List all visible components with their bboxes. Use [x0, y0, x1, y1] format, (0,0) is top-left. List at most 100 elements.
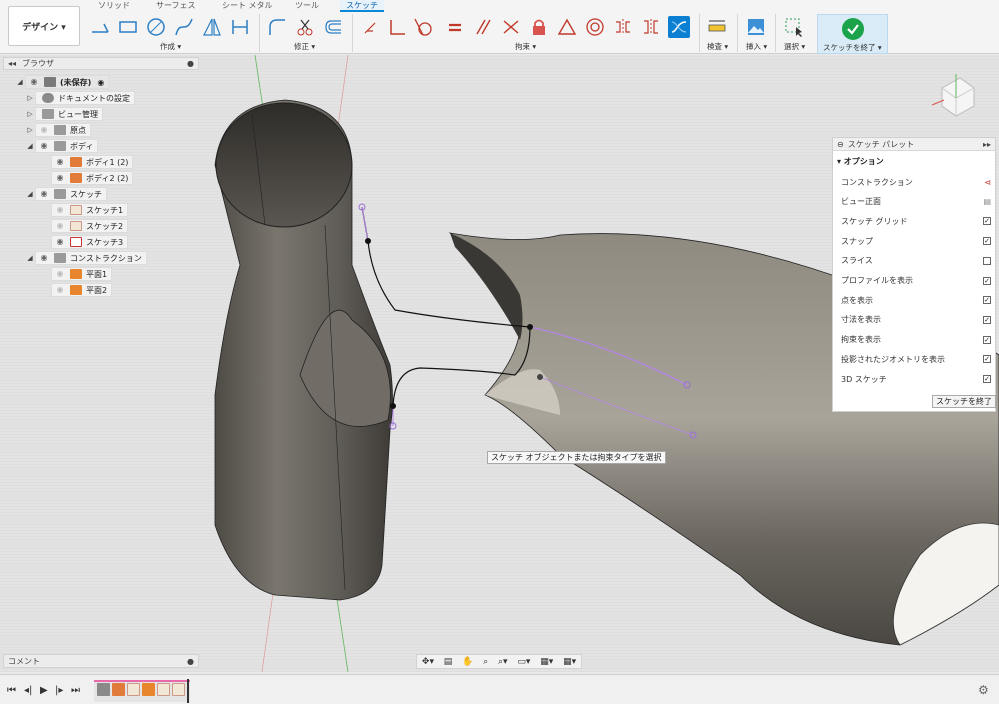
- finish-sketch-button[interactable]: スケッチを終了: [932, 395, 996, 408]
- eye-icon[interactable]: ◉: [28, 78, 40, 86]
- construction-icon[interactable]: ⊲: [984, 178, 991, 187]
- modify-group-label[interactable]: 修正 ▾: [294, 41, 315, 52]
- pan-hand-icon[interactable]: ✋: [462, 657, 473, 667]
- create-group-label[interactable]: 作成 ▾: [160, 41, 181, 52]
- tree-item-sketch1[interactable]: ◉ スケッチ1: [51, 203, 129, 217]
- triangle-constraint-icon[interactable]: [556, 16, 578, 38]
- step-forward-icon[interactable]: |▸: [55, 685, 63, 696]
- lock-icon[interactable]: [528, 16, 550, 38]
- palette-option[interactable]: プロファイルを表示 ✓: [841, 274, 991, 288]
- eye-icon[interactable]: ◉: [54, 158, 66, 166]
- palette-option[interactable]: 点を表示 ✓: [841, 293, 991, 307]
- tree-item-construction[interactable]: ◢ ◉ コンストラクション: [25, 251, 147, 265]
- tree-item-body1[interactable]: ◉ ボディ1 (2): [51, 155, 134, 169]
- perpendicular-icon[interactable]: [386, 16, 408, 38]
- checkbox[interactable]: ✓: [983, 335, 991, 344]
- expand-arrows-icon[interactable]: ▸▸: [983, 140, 991, 149]
- eye-icon[interactable]: ◉: [38, 142, 50, 150]
- tree-item-named-views[interactable]: ▷ ビュー管理: [25, 107, 103, 121]
- midpoint-icon[interactable]: [612, 16, 634, 38]
- settings-gear-icon[interactable]: ⚙: [978, 683, 989, 697]
- checkbox[interactable]: ✓: [983, 315, 991, 324]
- tree-item-origin[interactable]: ▷ ◉ 原点: [25, 123, 91, 137]
- browser-header[interactable]: ◂◂ ブラウザ ●: [3, 57, 199, 70]
- look-at-icon[interactable]: ▤: [444, 657, 453, 667]
- view-front-icon[interactable]: ▤: [983, 197, 991, 206]
- tree-item-bodies[interactable]: ◢ ◉ ボディ: [25, 139, 99, 153]
- fillet-icon[interactable]: [266, 16, 288, 38]
- close-circle-icon[interactable]: ⊖: [837, 140, 844, 149]
- timeline-feature-icon[interactable]: [127, 683, 140, 696]
- radio-icon[interactable]: ◉: [97, 78, 104, 87]
- tab-surface[interactable]: サーフェス: [150, 0, 202, 12]
- play-icon[interactable]: ▶: [40, 685, 48, 696]
- tree-item-plane1[interactable]: ◉ 平面1: [51, 267, 113, 281]
- eye-icon[interactable]: ◉: [54, 238, 66, 246]
- eye-hidden-icon[interactable]: ◉: [54, 286, 66, 294]
- palette-option[interactable]: 投影されたジオメトリを表示 ✓: [841, 352, 991, 366]
- palette-option[interactable]: スライス: [841, 254, 991, 268]
- tree-item-sketch3[interactable]: ◉ スケッチ3: [51, 235, 129, 249]
- triangle-mirror-icon[interactable]: [201, 16, 223, 38]
- tree-item-plane2[interactable]: ◉ 平面2: [51, 283, 113, 297]
- tab-tools[interactable]: ツール: [289, 0, 325, 12]
- timeline-feature-icon[interactable]: [142, 683, 155, 696]
- insert-group-label[interactable]: 挿入 ▾: [746, 41, 767, 52]
- dimension-icon[interactable]: [229, 16, 251, 38]
- timeline-feature-icon[interactable]: [157, 683, 170, 696]
- pin-icon[interactable]: ●: [187, 59, 194, 68]
- symmetry-icon[interactable]: [640, 16, 662, 38]
- checkbox[interactable]: ✓: [983, 375, 991, 383]
- timeline-feature-icon[interactable]: [172, 683, 185, 696]
- checkbox[interactable]: ✓: [983, 355, 991, 364]
- eye-hidden-icon[interactable]: ◉: [54, 270, 66, 278]
- palette-option[interactable]: スナップ ✓: [841, 234, 991, 248]
- palette-option[interactable]: コンストラクション ⊲: [841, 175, 991, 189]
- coincident-icon[interactable]: [360, 16, 382, 38]
- palette-option[interactable]: 拘束を表示 ✓: [841, 333, 991, 347]
- checkbox[interactable]: ✓: [983, 276, 991, 285]
- go-to-end-icon[interactable]: ⏭: [71, 685, 80, 696]
- select-group-label[interactable]: 選択 ▾: [784, 41, 805, 52]
- palette-option[interactable]: ビュー正面 ▤: [841, 195, 991, 209]
- finish-sketch-group[interactable]: スケッチを終了 ▾: [817, 14, 888, 54]
- grid-settings-icon[interactable]: ▦▾: [540, 657, 553, 667]
- workspace-switcher[interactable]: デザイン ▾: [8, 6, 80, 46]
- measure-icon[interactable]: [706, 16, 728, 38]
- collapse-triangle-icon[interactable]: ◢: [15, 78, 25, 86]
- palette-option[interactable]: 寸法を表示 ✓: [841, 313, 991, 327]
- select-window-icon[interactable]: [783, 16, 805, 38]
- checkbox[interactable]: ✓: [983, 296, 991, 305]
- inspect-group-label[interactable]: 検査 ▾: [707, 41, 728, 52]
- viewport-settings-icon[interactable]: ▦▾: [563, 657, 576, 667]
- tab-sheet-metal[interactable]: シート メタル: [216, 0, 279, 12]
- eye-hidden-icon[interactable]: ◉: [54, 222, 66, 230]
- timeline-feature-icon[interactable]: [97, 683, 110, 696]
- tree-root[interactable]: ◢ ◉ (未保存) ◉: [15, 75, 110, 89]
- tree-item-document-settings[interactable]: ▷ ドキュメントの設定: [25, 91, 135, 105]
- tangent-icon[interactable]: [412, 16, 434, 38]
- palette-header[interactable]: ⊖ スケッチ パレット ▸▸: [833, 138, 995, 151]
- parallel-icon[interactable]: [472, 16, 494, 38]
- eye-hidden-icon[interactable]: ◉: [38, 126, 50, 134]
- zoom-icon[interactable]: ⌕: [483, 657, 488, 667]
- curvature-icon[interactable]: [668, 16, 690, 38]
- checkbox[interactable]: ✓: [983, 217, 991, 226]
- options-section-header[interactable]: ▾ オプション: [837, 156, 884, 167]
- eye-icon[interactable]: ◉: [54, 174, 66, 182]
- palette-option[interactable]: 3D スケッチ ✓: [841, 372, 991, 386]
- insert-image-icon[interactable]: [745, 16, 767, 38]
- line-icon[interactable]: [89, 16, 111, 38]
- tab-sketch[interactable]: スケッチ: [340, 0, 384, 12]
- fit-icon[interactable]: ⌕▾: [498, 657, 508, 667]
- step-back-icon[interactable]: ◂|: [24, 685, 32, 696]
- spline-icon[interactable]: [173, 16, 195, 38]
- circle-icon[interactable]: [145, 16, 167, 38]
- eye-hidden-icon[interactable]: ◉: [54, 206, 66, 214]
- orbit-icon[interactable]: ✥▾: [422, 657, 434, 667]
- tree-item-sketch2[interactable]: ◉ スケッチ2: [51, 219, 129, 233]
- constraints-group-label[interactable]: 拘束 ▾: [515, 41, 536, 52]
- palette-option[interactable]: スケッチ グリッド ✓: [841, 214, 991, 228]
- collapse-arrows-icon[interactable]: ◂◂: [8, 59, 16, 68]
- tab-solid[interactable]: ソリッド: [92, 0, 136, 12]
